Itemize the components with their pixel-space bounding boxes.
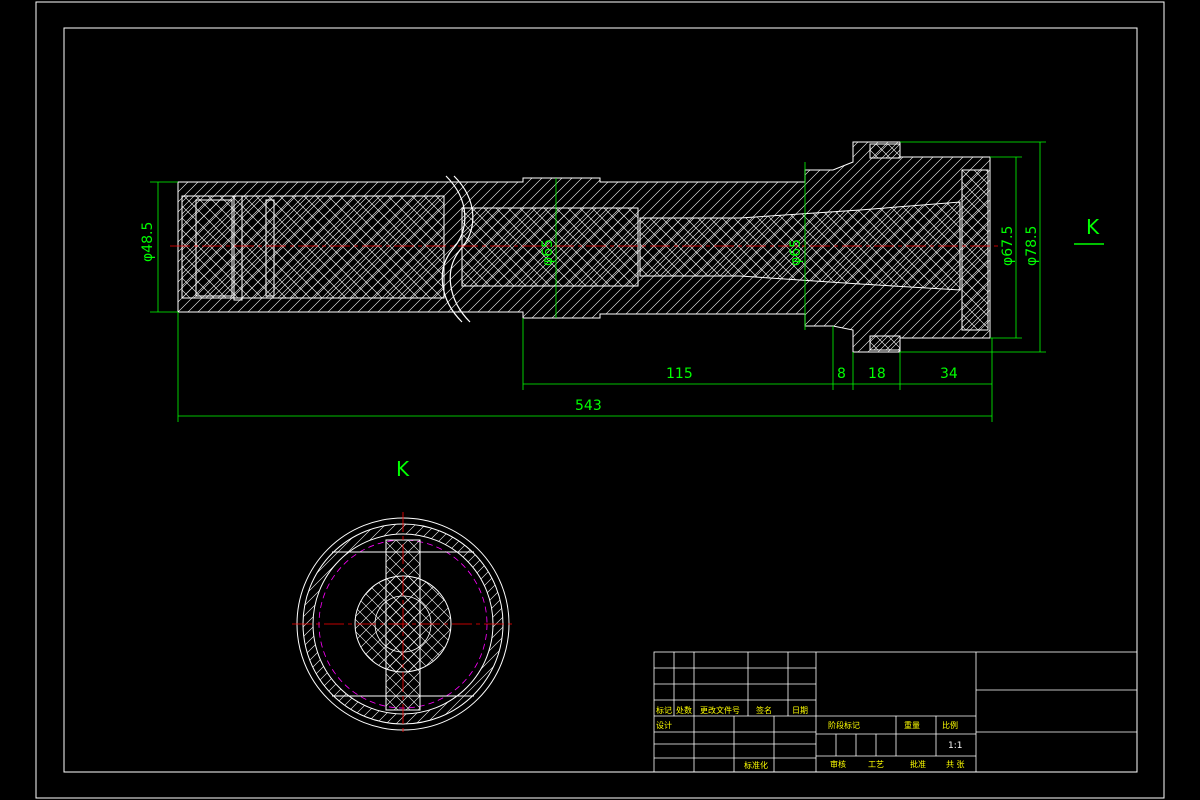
flange-top [869,143,901,159]
dim-d-right2: φ78.5 [1024,226,1040,266]
tb-r1c2: 处数 [676,705,692,715]
tb-b3: 批准 [910,759,926,769]
section-view [170,141,1000,353]
tb-mid2: 重量 [904,720,920,730]
tb-r1c3: 更改文件号 [700,705,740,715]
view-k-label: K [396,457,410,481]
dim-len-total: 543 [575,398,602,414]
cad-drawing: φ48.5 φ65 φ65 φ67.5 φ78.5 115 8 18 34 54… [35,1,1165,799]
tb-mid3: 比例 [942,720,958,730]
dim-d-mid2: φ65 [788,239,804,266]
dim-len-8: 8 [837,366,846,382]
tb-r1c4: 签名 [756,705,772,715]
section-arrow-label: K [1086,215,1100,239]
flange-bot [869,335,901,351]
bore-right-insert [961,169,989,331]
tb-r1c1: 标记 [656,705,672,715]
tb-scale: 1:1 [948,741,962,751]
tb-b2: 工艺 [868,760,884,769]
dim-len-34: 34 [940,366,958,382]
tb-r1c5: 日期 [792,706,808,715]
tb-mid1: 阶段标记 [828,720,860,730]
tb-r2c2: 标准化 [744,760,768,770]
tb-b1: 审核 [830,759,846,769]
tb-b4: 共 张 [946,760,965,769]
dim-d-right1: φ67.5 [1000,226,1016,266]
dim-d-left: φ48.5 [140,222,156,262]
bore-left [181,195,445,299]
end-view [292,512,514,736]
tb-r2c1: 设计 [656,720,672,730]
dim-len-18: 18 [868,366,886,382]
dim-len-115: 115 [666,366,693,382]
dim-d-mid1: φ65 [540,239,556,266]
